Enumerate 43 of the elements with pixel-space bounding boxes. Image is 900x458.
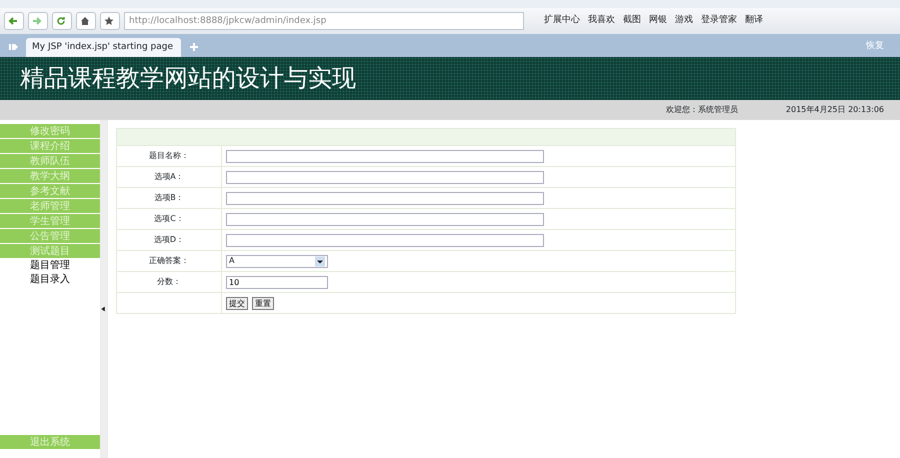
home-icon (80, 16, 90, 26)
back-arrow-icon (8, 16, 18, 26)
field-label: 选项C： (116, 208, 222, 230)
field-label: 分数： (116, 272, 222, 292)
toolbar-item[interactable]: 登录管家 (701, 14, 737, 28)
sidebar-toggle-icon[interactable] (8, 42, 18, 52)
site-title: 精品课程教学网站的设计与实现 (0, 57, 900, 100)
input-field[interactable] (226, 170, 544, 184)
sidebar-subitem[interactable]: 题目管理 (0, 259, 100, 273)
field-label: 题目名称： (116, 146, 222, 166)
toolbar-item[interactable]: 游戏 (675, 14, 693, 28)
toolbar-item[interactable]: 我喜欢 (588, 14, 615, 28)
forward-button[interactable] (28, 12, 48, 30)
collapse-arrow-icon[interactable] (100, 306, 106, 312)
new-tab-button[interactable] (189, 42, 199, 52)
refresh-icon (56, 16, 66, 26)
form-button[interactable]: 提交 (226, 296, 248, 310)
input-field[interactable] (226, 150, 544, 162)
input-field[interactable] (226, 192, 544, 204)
toolbar-item[interactable]: 翻译 (745, 14, 763, 28)
field-label: 正确答案： (116, 250, 222, 272)
toolbar-item[interactable]: 网银 (649, 14, 667, 28)
date-time: 2015年4月25日 20:13:06 (786, 104, 884, 116)
input-field[interactable]: 10 (226, 276, 328, 288)
toolbar-item[interactable]: 扩展中心 (544, 14, 580, 28)
answer-select[interactable]: A (226, 254, 328, 268)
field-label: 选项B： (116, 188, 222, 208)
back-button[interactable] (4, 12, 24, 30)
form-button[interactable]: 重置 (252, 296, 274, 310)
field-label: 选项D： (116, 230, 222, 250)
welcome-text: 欢迎您：系统管理员 (666, 104, 738, 116)
refresh-button[interactable] (52, 12, 72, 30)
field-label: 选项A： (116, 166, 222, 188)
sidebar-subitem[interactable]: 题目录入 (0, 273, 100, 287)
toolbar-item[interactable]: 截图 (623, 14, 641, 28)
favorite-button[interactable] (100, 12, 120, 30)
home-button[interactable] (76, 12, 96, 30)
address-field[interactable]: http://localhost:8888/jpkcw/admin/index.jsp (124, 12, 524, 30)
browser-tab[interactable]: My JSP 'index.jsp' starting page (26, 38, 181, 57)
input-field[interactable] (226, 212, 544, 226)
star-icon (104, 16, 114, 26)
forward-arrow-icon (32, 16, 42, 26)
input-field[interactable] (226, 234, 544, 246)
